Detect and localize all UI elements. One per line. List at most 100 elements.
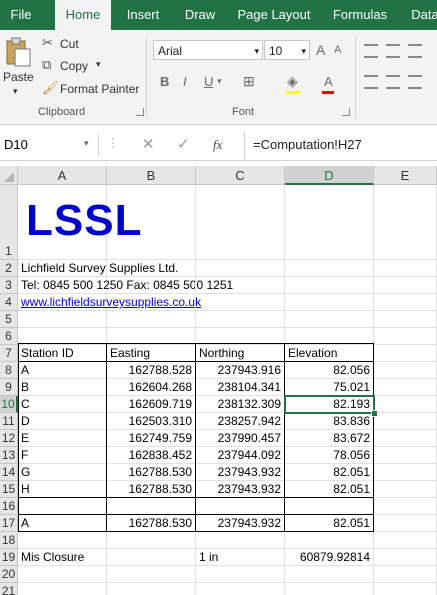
cell-d13[interactable]: 78.056: [285, 447, 374, 464]
font-name-select[interactable]: Arial ▾: [153, 40, 263, 60]
cell-a11[interactable]: D: [18, 413, 107, 430]
cell-d9[interactable]: 75.021: [285, 379, 374, 396]
cell-a16[interactable]: [18, 498, 107, 515]
row-header-1[interactable]: 1: [0, 185, 18, 260]
tab-file[interactable]: File: [0, 0, 42, 30]
italic-button[interactable]: I: [183, 74, 187, 89]
underline-button[interactable]: U: [204, 74, 213, 89]
cell-a8[interactable]: A: [18, 362, 107, 379]
fill-handle[interactable]: [371, 410, 378, 417]
fill-color-icon[interactable]: ◈: [287, 73, 298, 90]
row-header-17[interactable]: 17: [0, 515, 18, 532]
cell-d17[interactable]: 82.051: [285, 515, 374, 532]
cell-a7[interactable]: Station ID: [18, 345, 107, 362]
cell-e5[interactable]: [374, 311, 437, 328]
column-header-c[interactable]: C: [196, 166, 285, 185]
column-header-a[interactable]: A: [18, 166, 107, 185]
cell-b9[interactable]: 162604.268: [107, 379, 196, 396]
cell-b8[interactable]: 162788.528: [107, 362, 196, 379]
cell-b17[interactable]: 162788.530: [107, 515, 196, 532]
cell-a12[interactable]: E: [18, 430, 107, 447]
cell-e17[interactable]: [374, 515, 437, 532]
row-header-18[interactable]: 18: [0, 532, 18, 549]
cell-d16[interactable]: [285, 498, 374, 515]
cell-b18[interactable]: [107, 532, 196, 549]
cell-c20[interactable]: [196, 566, 285, 583]
cell-c21[interactable]: [196, 583, 285, 595]
cell-e9[interactable]: [374, 379, 437, 396]
insert-function-icon[interactable]: fx: [213, 137, 222, 153]
cell-d2[interactable]: [285, 260, 374, 277]
font-color-button[interactable]: A: [324, 74, 333, 89]
align-right-icon[interactable]: [408, 75, 422, 89]
cancel-entry-icon[interactable]: ✕: [142, 135, 155, 153]
cell-e2[interactable]: [374, 260, 437, 277]
cell-c2[interactable]: [196, 260, 285, 277]
cell-c13[interactable]: 237944.092: [196, 447, 285, 464]
cell-d18[interactable]: [285, 532, 374, 549]
cell-b15[interactable]: 162788.530: [107, 481, 196, 498]
cell-a15[interactable]: H: [18, 481, 107, 498]
cell-a20[interactable]: [18, 566, 107, 583]
cell-e8[interactable]: [374, 362, 437, 379]
cell-b16[interactable]: [107, 498, 196, 515]
column-header-e[interactable]: E: [374, 166, 437, 185]
cell-b10[interactable]: 162609.719: [107, 396, 196, 413]
borders-icon[interactable]: ⊞: [243, 73, 255, 90]
cell-b5[interactable]: [107, 311, 196, 328]
align-bottom-icon[interactable]: [408, 44, 422, 58]
tab-insert[interactable]: Insert: [118, 0, 168, 30]
row-header-19[interactable]: 19: [0, 549, 18, 566]
format-painter-button[interactable]: 🖌 Format Painter: [40, 80, 142, 97]
cell-e12[interactable]: [374, 430, 437, 447]
worksheet-grid[interactable]: EDCBA 1 2 Lichfield Survey Supplies Ltd. 3 T…: [0, 166, 437, 595]
cell-c1[interactable]: [196, 185, 285, 260]
cell-c9[interactable]: 238104.341: [196, 379, 285, 396]
cell-a18[interactable]: [18, 532, 107, 549]
cell-e21[interactable]: [374, 583, 437, 595]
row-header-3[interactable]: 3: [0, 277, 18, 294]
cell-d15[interactable]: 82.051: [285, 481, 374, 498]
align-top-icon[interactable]: [364, 44, 378, 58]
cell-e15[interactable]: [374, 481, 437, 498]
cell-b11[interactable]: 162503.310: [107, 413, 196, 430]
row-header-21[interactable]: 21: [0, 583, 18, 595]
row-header-5[interactable]: 5: [0, 311, 18, 328]
cell-b7[interactable]: Easting: [107, 345, 196, 362]
cell-d21[interactable]: [285, 583, 374, 595]
cell-c18[interactable]: [196, 532, 285, 549]
tab-page-layout[interactable]: Page Layout: [233, 0, 315, 30]
cell-e11[interactable]: [374, 413, 437, 430]
cell-c11[interactable]: 238257.942: [196, 413, 285, 430]
cell-c8[interactable]: 237943.916: [196, 362, 285, 379]
cell-a10[interactable]: C: [18, 396, 107, 413]
clipboard-launcher-icon[interactable]: [136, 108, 144, 116]
cell-c5[interactable]: [196, 311, 285, 328]
row-header-2[interactable]: 2: [0, 260, 18, 277]
cell-b13[interactable]: 162838.452: [107, 447, 196, 464]
cell-b2[interactable]: [107, 260, 196, 277]
row-header-11[interactable]: 11: [0, 413, 18, 430]
column-header-d[interactable]: D: [285, 166, 374, 185]
cell-e18[interactable]: [374, 532, 437, 549]
cell-c19[interactable]: 1 in: [196, 549, 285, 566]
cell-a19[interactable]: Mis Closure: [18, 549, 107, 566]
cell-a4[interactable]: www.lichfieldsurveysupplies.co.uk: [18, 294, 201, 311]
cell-d12[interactable]: 83.672: [285, 430, 374, 447]
cell-a14[interactable]: G: [18, 464, 107, 481]
cell-d8[interactable]: 82.056: [285, 362, 374, 379]
cell-e4[interactable]: [374, 294, 437, 311]
cell-d20[interactable]: [285, 566, 374, 583]
cell-c12[interactable]: 237990.457: [196, 430, 285, 447]
column-header-b[interactable]: B: [107, 166, 196, 185]
cell-c14[interactable]: 237943.932: [196, 464, 285, 481]
cut-button[interactable]: ✂ Cut: [40, 35, 90, 52]
align-left-icon[interactable]: [364, 75, 378, 89]
cell-a3[interactable]: Tel: 0845 500 1250 Fax: 0845 500 1251: [18, 277, 233, 294]
cell-a5[interactable]: [18, 311, 107, 328]
tab-data[interactable]: Data: [407, 0, 437, 30]
cell-c7[interactable]: Northing: [196, 345, 285, 362]
cell-c16[interactable]: [196, 498, 285, 515]
cell-e1[interactable]: [374, 185, 437, 260]
cell-e10[interactable]: [374, 396, 437, 413]
